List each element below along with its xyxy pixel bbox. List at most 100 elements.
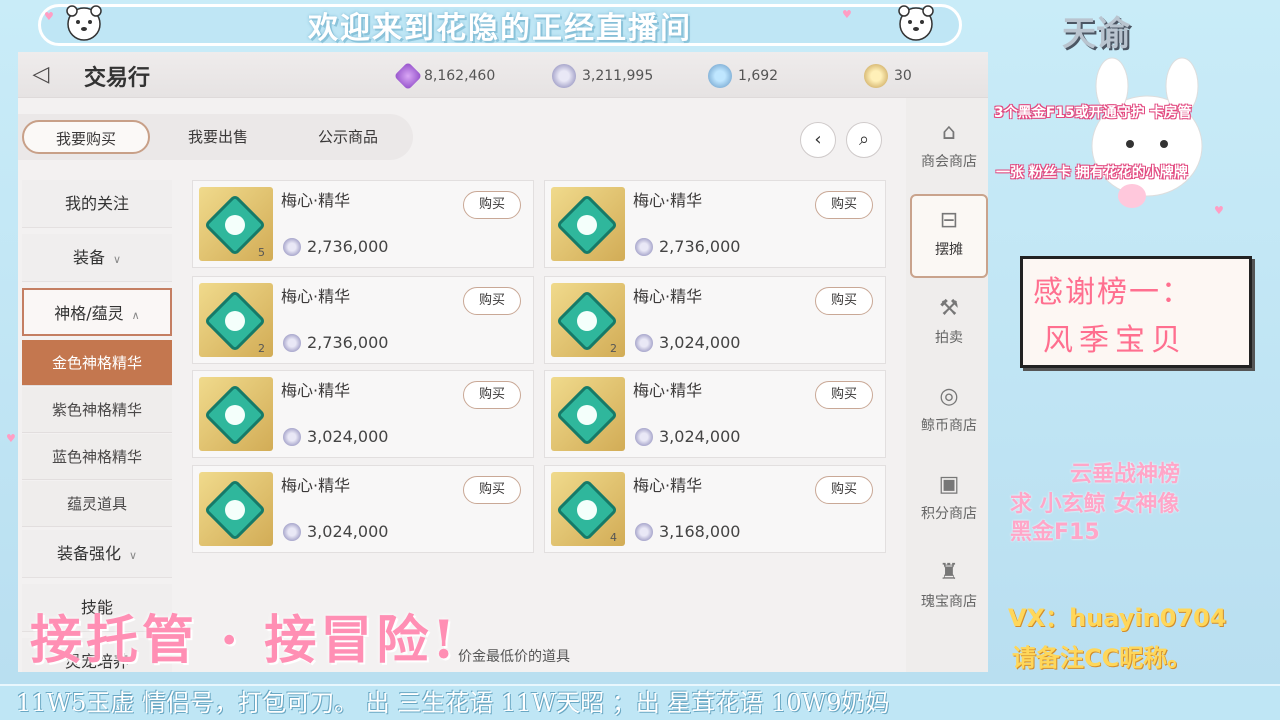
essence-gem-icon <box>551 377 625 451</box>
item-name: 梅心·精华 <box>281 476 351 495</box>
sidebar-sub-spirit[interactable]: 蕴灵道具 <box>22 481 172 527</box>
currency-blue-coin: 1,692 <box>708 64 778 88</box>
shop-label: 积分商店 <box>921 506 977 522</box>
sidebar-item-divinity[interactable]: 神格/蕴灵 ∧ <box>22 288 172 336</box>
shop-stall[interactable]: ⊟ 摆摊 <box>910 194 988 278</box>
shop-label: 商会商店 <box>921 154 977 170</box>
item-price: 2,736,000 <box>283 237 388 256</box>
footer-hint: 价金最低价的道具 <box>458 649 570 665</box>
essence-gem-icon: 2 <box>551 283 625 357</box>
tab-buy[interactable]: 我要购买 <box>22 120 150 154</box>
chevron-left-icon[interactable]: ‹ <box>800 122 836 158</box>
silver-coin-icon <box>283 427 301 446</box>
shop-column: ⌂ 商会商店 ⊟ 摆摊 ⚒ 拍卖 ◎ 鲸币商店 ▣ 积分商店 ♜ 瑰宝商店 <box>906 98 988 672</box>
sidebar-item-label: 装备 <box>72 248 105 267</box>
shop-whale-coin[interactable]: ◎ 鲸币商店 <box>910 372 988 456</box>
item-count: 2 <box>258 342 265 355</box>
flower-icon <box>577 405 597 425</box>
back-arrow-icon[interactable]: ◁ <box>26 64 56 86</box>
buy-button[interactable]: 购买 <box>815 287 873 315</box>
item-name: 梅心·精华 <box>633 191 703 210</box>
silver-coin-icon <box>283 237 301 256</box>
thanks-name: 风季宝贝 <box>1043 323 1187 358</box>
chevron-down-icon: ∨ <box>128 549 138 562</box>
pink-note: 云垂战神榜 <box>1070 462 1181 487</box>
item-price: 3,024,000 <box>283 522 388 541</box>
store-icon: ⌂ <box>942 120 956 145</box>
buy-button[interactable]: 购买 <box>815 381 873 409</box>
item-name: 梅心·精华 <box>633 287 703 306</box>
support-note: 3个黑金F15或开通守护 卡房管 <box>994 105 1192 121</box>
buy-button[interactable]: 购买 <box>815 476 873 504</box>
sidebar-item-equipment[interactable]: 装备 ∨ <box>22 234 172 282</box>
tab-sell[interactable]: 我要出售 <box>168 120 268 154</box>
item-card[interactable]: 2 梅心·精华 2,736,000 购买 <box>192 276 534 364</box>
tab-bar: 我要购买 我要出售 公示商品 <box>18 114 413 160</box>
item-price: 3,168,000 <box>635 522 740 541</box>
flower-icon <box>225 215 245 235</box>
shop-points[interactable]: ▣ 积分商店 <box>910 460 988 544</box>
item-price: 3,024,000 <box>635 427 740 446</box>
price-value: 2,736,000 <box>659 237 741 256</box>
sidebar-item-follow[interactable]: 我的关注 <box>22 180 172 228</box>
item-name: 梅心·精华 <box>281 381 351 400</box>
shop-label: 鲸币商店 <box>921 418 977 434</box>
item-card[interactable]: 5 梅心·精华 2,736,000 购买 <box>192 180 534 268</box>
sidebar-sub-purple[interactable]: 紫色神格精华 <box>22 387 172 433</box>
item-card[interactable]: 2 梅心·精华 3,024,000 购买 <box>544 276 886 364</box>
flower-icon <box>225 500 245 520</box>
shop-guild-store[interactable]: ⌂ 商会商店 <box>910 108 988 192</box>
flower-icon <box>577 311 597 331</box>
sidebar-item-enhance[interactable]: 装备强化 ∨ <box>22 530 172 578</box>
silver-coin-icon <box>635 427 653 446</box>
buy-button[interactable]: 购买 <box>815 191 873 219</box>
banner-title: 欢迎来到花隐的正经直播间 <box>308 11 692 46</box>
item-name: 梅心·精华 <box>281 287 351 306</box>
essence-gem-icon: 2 <box>199 283 273 357</box>
search-icon[interactable]: ⌕ <box>846 122 882 158</box>
price-value: 3,024,000 <box>659 333 741 352</box>
sidebar-sub-gold[interactable]: 金色神格精华 <box>22 340 172 386</box>
buy-button[interactable]: 购买 <box>463 191 521 219</box>
shop-treasure[interactable]: ♜ 瑰宝商店 <box>910 548 988 632</box>
whale-coin-icon: ◎ <box>939 384 959 409</box>
thanks-title: 感谢榜一： <box>1033 275 1193 310</box>
scrolling-ticker: 11W5玉虚 情侣号，打包可刀。 出 三生花语 11W天昭 ；出 星茸花语 10… <box>0 684 1280 720</box>
game-header: ◁ 交易行 8,162,460 3,211,995 1,692 30 <box>18 52 988 98</box>
shop-label: 瑰宝商店 <box>921 594 977 610</box>
flower-icon <box>577 215 597 235</box>
flower-icon <box>577 500 597 520</box>
flower-icon <box>225 405 245 425</box>
support-note: 一张 粉丝卡 拥有花花的小牌牌 <box>996 165 1188 181</box>
sidebar-sub-blue[interactable]: 蓝色神格精华 <box>22 434 172 480</box>
item-card[interactable]: 梅心·精华 2,736,000 购买 <box>544 180 886 268</box>
price-value: 3,024,000 <box>659 427 741 446</box>
bear-mascot-icon <box>66 5 102 41</box>
tab-public[interactable]: 公示商品 <box>298 120 398 154</box>
item-price: 2,736,000 <box>635 237 740 256</box>
item-count: 5 <box>258 246 265 259</box>
shop-auction[interactable]: ⚒ 拍卖 <box>910 284 988 368</box>
essence-gem-icon: 5 <box>199 187 273 261</box>
chevron-up-icon: ∧ <box>131 309 140 322</box>
item-count: 4 <box>610 531 617 544</box>
flower-icon <box>225 311 245 331</box>
silver-coin-icon <box>635 333 653 352</box>
heart-icon: ♥ <box>842 8 852 21</box>
sidebar-item-label: 我的关注 <box>64 194 129 213</box>
item-card[interactable]: 4 梅心·精华 3,168,000 购买 <box>544 465 886 553</box>
item-card[interactable]: 梅心·精华 3,024,000 购买 <box>544 370 886 458</box>
buy-button[interactable]: 购买 <box>463 287 521 315</box>
bear-mascot-icon <box>898 5 934 41</box>
item-count: 2 <box>610 342 617 355</box>
pink-note: 黑金F15 <box>1010 520 1100 545</box>
vx-note: 请备注CC昵称。 <box>1012 644 1192 672</box>
buy-button[interactable]: 购买 <box>463 381 521 409</box>
chevron-down-icon: ∨ <box>112 253 122 266</box>
item-card[interactable]: 梅心·精华 3,024,000 购买 <box>192 370 534 458</box>
essence-gem-icon <box>551 187 625 261</box>
currency-purple-crystal: 8,162,460 <box>393 61 495 91</box>
item-card[interactable]: 梅心·精华 3,024,000 购买 <box>192 465 534 553</box>
buy-button[interactable]: 购买 <box>463 476 521 504</box>
stall-icon: ⊟ <box>939 208 959 233</box>
